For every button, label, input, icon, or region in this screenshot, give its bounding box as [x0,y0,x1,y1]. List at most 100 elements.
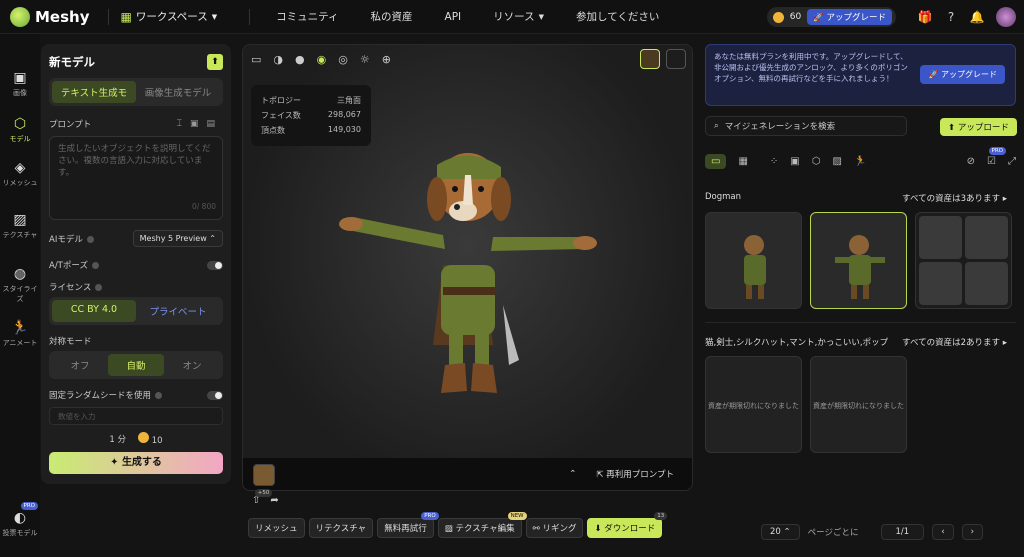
asset-card-variants[interactable] [915,212,1012,309]
wireframe-icon[interactable]: ◎ [338,53,348,66]
expired-text: 資産が期限切れになりました [708,402,799,410]
expand-icon[interactable]: ⌃ [569,469,576,479]
dog-knight-model [339,153,597,393]
banner-text: あなたは無料プランを利用中です。アップグレードして、非公開および優先生成のアンロ… [714,52,908,83]
image-filter-icon[interactable]: ▣ [790,156,799,167]
coin-icon [772,11,784,23]
ai-model-select[interactable]: Meshy 5 Preview ⌃ [132,230,223,247]
sidebar-item-stylize[interactable]: ◍ スタイライズ [0,266,40,304]
workspace-menu[interactable]: ▦ ワークスペース ▼ [121,9,218,24]
asset-card[interactable] [705,212,802,309]
model-viewer[interactable]: ▭ ◑ ● ◉ ◎ ☼ ⊕ トポロジー 三角面 フェイス数 298,067 頂点数 1… [242,44,693,491]
expired-asset-card[interactable]: 資産が期限切れになりました [705,356,802,453]
divider [107,8,109,25]
light-icon[interactable]: ☼ [360,53,370,66]
gizmo-icon[interactable] [666,49,686,69]
seed-toggle[interactable] [207,390,223,400]
page-indicator: 1/1 [880,524,925,540]
variant-thumb [918,262,962,306]
next-page-icon[interactable]: › [961,524,983,540]
prompt-textarea[interactable]: 生成したいオブジェクトを説明してください。複数の言語入力に対応しています。 0/ … [49,136,223,220]
plus-badge: +50 [254,489,273,497]
monitor-icon[interactable]: ▭ [251,53,261,66]
solid-icon[interactable]: ● [295,53,305,66]
forward-icon[interactable]: ➦ [270,495,278,506]
model-filter-icon[interactable]: ⬡ [812,156,821,167]
help-icon[interactable]: ? [938,10,964,24]
expired-asset-card[interactable]: 資産が期限切れになりました [810,356,907,453]
license-private[interactable]: プライベート [136,300,220,322]
generate-button[interactable]: ✦ 生成する [49,452,223,474]
brand-logo[interactable]: Meshy [10,6,90,27]
sidebar-item-texture[interactable]: ▨ テクスチャ [0,212,40,240]
animation-filter-icon[interactable]: 🏃 [854,156,866,167]
group-all-label: すべての資産は3あります [902,194,1001,204]
divider [249,8,251,25]
nav-community[interactable]: コミュニティ [276,9,338,24]
action-buttons: リメッシュ リテクスチャ 無料再試行 PRO ▨ テクスチャ編集 NEW ⚯ リギン… [248,512,668,538]
symmetry-off[interactable]: オフ [52,354,108,376]
all-filter-icon[interactable]: ⁘ [770,156,778,167]
info-icon[interactable] [91,262,99,269]
grid-view-icon[interactable]: ▦ [738,156,747,167]
clear-filter-icon[interactable]: ⊘ [967,156,975,167]
seed-label: 固定ランダムシードを使用 [49,391,152,401]
sidebar-item-vote[interactable]: ◐ 投票モデル PRO [0,502,40,538]
prev-page-icon[interactable]: ‹ [932,524,954,540]
symmetry-on[interactable]: オン [164,354,220,376]
info-icon[interactable] [95,284,103,291]
bell-icon[interactable]: 🔔 [964,10,990,24]
sidebar-label: 投票モデル [2,529,38,537]
license-cc[interactable]: CC BY 4.0 [52,300,136,322]
sidebar-label: リメッシュ [2,179,38,187]
search-input[interactable]: ⌕ マイジェネレーションを検索 [705,116,907,136]
texture-filter-icon[interactable]: ▨ [832,156,841,167]
globe-icon[interactable]: ⊕ [382,53,391,66]
nav-my-assets[interactable]: 私の資産 [371,9,413,24]
sidebar-item-model[interactable]: ⬡ モデル [0,116,40,144]
avatar[interactable] [996,7,1016,27]
nav-resources[interactable]: リソース ▼ [493,9,544,24]
seed-input[interactable]: 数値を入力 [49,407,223,425]
stat-value: 三角面 [337,96,361,105]
shading-icon[interactable]: ◑ [273,53,283,66]
model-thumbnail[interactable] [253,464,275,486]
prompt-label: プロンプト [49,120,92,130]
tab-text-to-model[interactable]: テキスト生成モ [52,81,136,103]
nav-join[interactable]: 参加してください [576,9,659,24]
sidebar-item-image[interactable]: ▣ 画像 [0,70,40,98]
nav-api[interactable]: API [445,11,462,23]
texture-edit-button[interactable]: ▨ テクスチャ編集 NEW [437,512,527,538]
info-icon[interactable] [155,392,163,399]
group-header: Dogman すべての資産は3あります ▸ [705,192,1007,204]
asset-card-selected[interactable] [810,212,907,309]
symmetry-auto[interactable]: 自動 [108,354,164,376]
info-icon[interactable] [86,235,94,243]
retexture-button[interactable]: リテクスチャ [308,518,374,538]
gift-icon[interactable]: 🎁 [912,10,938,24]
rigging-button[interactable]: ⚯ リギング [525,518,584,538]
page-size-select[interactable]: 20 ⌃ [761,524,800,540]
atpose-toggle[interactable] [207,260,223,270]
download-button[interactable]: ⬇ ダウンロード 13 [587,512,668,538]
fullscreen-icon[interactable]: ⤢ [1008,156,1016,167]
upgrade-button[interactable]: 🚀 アップグレード [807,9,892,25]
prompt-tools-icons[interactable]: ⌶▣▤ [177,119,223,129]
group-all-link[interactable]: すべての資産は2あります ▸ [902,336,1007,348]
banner-upgrade-button[interactable]: 🚀 アップグレード [920,65,1005,84]
share-icon[interactable]: ⇧ +50 [252,489,273,506]
folder-icon[interactable]: ▭ [705,153,727,169]
env-thumbnail[interactable] [640,49,660,69]
tab-image-to-model[interactable]: 画像生成モデル [136,81,220,103]
texture-view-icon[interactable]: ◉ [317,53,327,66]
group-all-link[interactable]: すべての資産は3あります ▸ [902,192,1007,204]
sidebar-item-remesh[interactable]: ◈ リメッシュ [0,160,40,188]
free-retry-button[interactable]: 無料再試行 PRO [377,512,439,538]
reuse-prompt-button[interactable]: ⇱ 再利用プロンプト [596,468,674,480]
upload-button[interactable]: ⬆ アップロード [940,118,1017,136]
select-icon[interactable]: ☑ PRO [987,146,1006,167]
credit-balance[interactable]: 60 🚀 アップグレード [766,7,896,27]
remesh-button[interactable]: リメッシュ [248,518,305,538]
sidebar-item-animate[interactable]: 🏃 アニメート [0,320,40,348]
upload-icon[interactable]: ⬆ [207,54,223,70]
